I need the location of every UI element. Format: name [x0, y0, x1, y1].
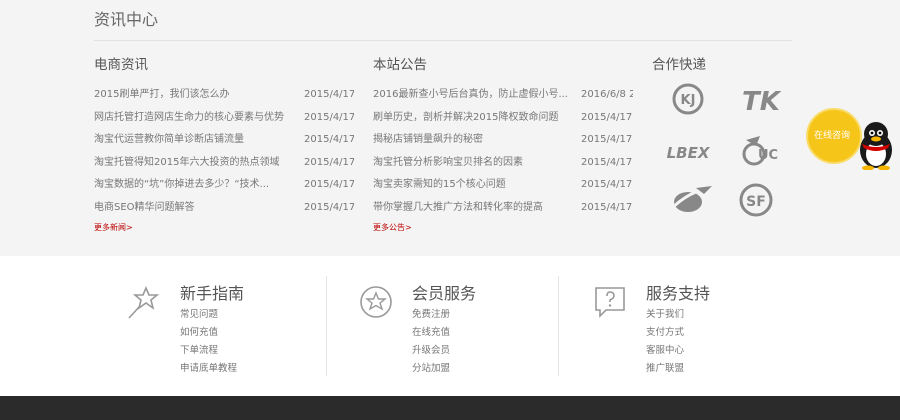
help-chat-icon [595, 287, 625, 318]
guide-link[interactable]: 免费注册 [412, 306, 450, 324]
guide-links: 常见问题 如何充值 下单流程 申请底单教程 [180, 306, 237, 378]
news-title[interactable]: 2015刷单严打，我们该怎么办 [94, 88, 294, 102]
title-divider [94, 40, 792, 41]
guide-link[interactable]: 在线充值 [412, 324, 450, 342]
tk-express-logo[interactable]: TK [738, 84, 784, 116]
news-date: 2015/4/17 [304, 111, 354, 123]
notice-title[interactable]: 揭秘店铺销量飙升的秘密 [373, 133, 569, 147]
guide-link[interactable]: 推广联盟 [646, 360, 684, 378]
news-date: 2015/4/17 [304, 156, 354, 168]
guide-link[interactable]: 申请底单教程 [180, 360, 237, 378]
guide-link[interactable]: 常见问题 [180, 306, 237, 324]
notice-date: 2015/4/17 [581, 134, 633, 146]
news-date: 2015/4/17 [304, 134, 354, 146]
lbex-logo-text: LBEX [667, 144, 711, 162]
guide-link[interactable]: 如何充值 [180, 324, 237, 342]
sf-express-logo[interactable]: SF [738, 182, 774, 218]
guide-links: 关于我们 支付方式 客服中心 推广联盟 [646, 306, 684, 378]
uc-logo-text: UC [758, 148, 778, 163]
consult-label[interactable]: 在线咨询 [814, 128, 850, 141]
lbex-express-logo[interactable]: LBEX [660, 138, 716, 166]
news-center: 资讯中心 电商资讯 2015刷单严打，我们该怎么办 2015/4/17 网店托管打… [0, 0, 900, 256]
news-title[interactable]: 电商SEO精华问题解答 [94, 201, 294, 215]
guide-divider [558, 276, 559, 376]
footer-bar [0, 396, 900, 420]
partners-column-title: 合作快递 [652, 57, 706, 73]
guide-divider [326, 276, 327, 376]
more-notice-link[interactable]: 更多公告> [373, 222, 412, 233]
qq-penguin-icon[interactable] [854, 120, 898, 170]
guide-title: 会员服务 [412, 284, 477, 303]
news-date: 2015/4/17 [304, 179, 354, 191]
star-wand-icon [128, 285, 160, 319]
notice-date: 2015/4/17 [581, 156, 633, 168]
guide-link[interactable]: 支付方式 [646, 324, 684, 342]
news-title[interactable]: 淘宝数据的“坑”你掉进去多少？“技术... [94, 178, 294, 192]
news-title[interactable]: 淘宝托管得知2015年六大投资的热点领域 [94, 156, 294, 170]
news-title[interactable]: 淘宝代运营教你简单诊断店铺流量 [94, 133, 294, 147]
tk-logo-text: TK [742, 87, 782, 116]
guide-link[interactable]: 分站加盟 [412, 360, 450, 378]
news-title[interactable]: 网店托管打造网店生命力的核心要素与优势 [94, 111, 294, 125]
notice-title[interactable]: 刷单历史，剖析并解决2015降权致命问题 [373, 111, 569, 125]
more-news-link[interactable]: 更多新闻> [94, 222, 133, 233]
kj-logo-text: KJ [681, 93, 696, 108]
guide-column-member: 会员服务 免费注册 在线充值 升级会员 分站加盟 [358, 276, 590, 380]
guide-link[interactable]: 下单流程 [180, 342, 237, 360]
news-date: 2015/4/17 [304, 89, 354, 100]
news-column-title: 电商资讯 [94, 57, 148, 73]
notice-title[interactable]: 淘宝托管分析影响宝贝排名的因素 [373, 156, 569, 170]
guide-link[interactable]: 关于我们 [646, 306, 684, 324]
guide-column-support: 服务支持 关于我们 支付方式 客服中心 推广联盟 [592, 276, 824, 380]
footer-guide: 新手指南 常见问题 如何充值 下单流程 申请底单教程 会员服务 免费注册 在线充… [0, 256, 900, 396]
section-title: 资讯中心 [94, 10, 159, 29]
notice-date: 2015/4/17 [581, 111, 633, 123]
guide-link[interactable]: 客服中心 [646, 342, 684, 360]
kj-express-logo[interactable]: KJ [668, 82, 708, 116]
uc-express-logo[interactable]: UC [738, 132, 782, 170]
orbit-express-logo[interactable] [666, 184, 714, 216]
online-consult-widget[interactable]: 在线咨询 [806, 108, 900, 170]
notice-date: 2015/4/17 [581, 201, 633, 213]
notice-title[interactable]: 2016最新查小号后台真伪，防止虚假小号... [373, 88, 569, 102]
notice-date: 2016/6/8 2 [581, 89, 633, 100]
guide-title: 新手指南 [180, 284, 245, 303]
star-badge-icon [360, 286, 392, 318]
notice-title[interactable]: 淘宝卖家需知的15个核心问题 [373, 178, 569, 192]
guide-link[interactable]: 升级会员 [412, 342, 450, 360]
sf-logo-text: SF [746, 194, 766, 210]
notice-date: 2015/4/17 [581, 179, 633, 191]
guide-title: 服务支持 [646, 284, 711, 303]
news-date: 2015/4/17 [304, 201, 354, 213]
notice-title[interactable]: 带你掌握几大推广方法和转化率的提高 [373, 201, 569, 215]
guide-column-newbie: 新手指南 常见问题 如何充值 下单流程 申请底单教程 [126, 276, 358, 380]
notice-column-title: 本站公告 [373, 57, 427, 73]
guide-links: 免费注册 在线充值 升级会员 分站加盟 [412, 306, 450, 378]
